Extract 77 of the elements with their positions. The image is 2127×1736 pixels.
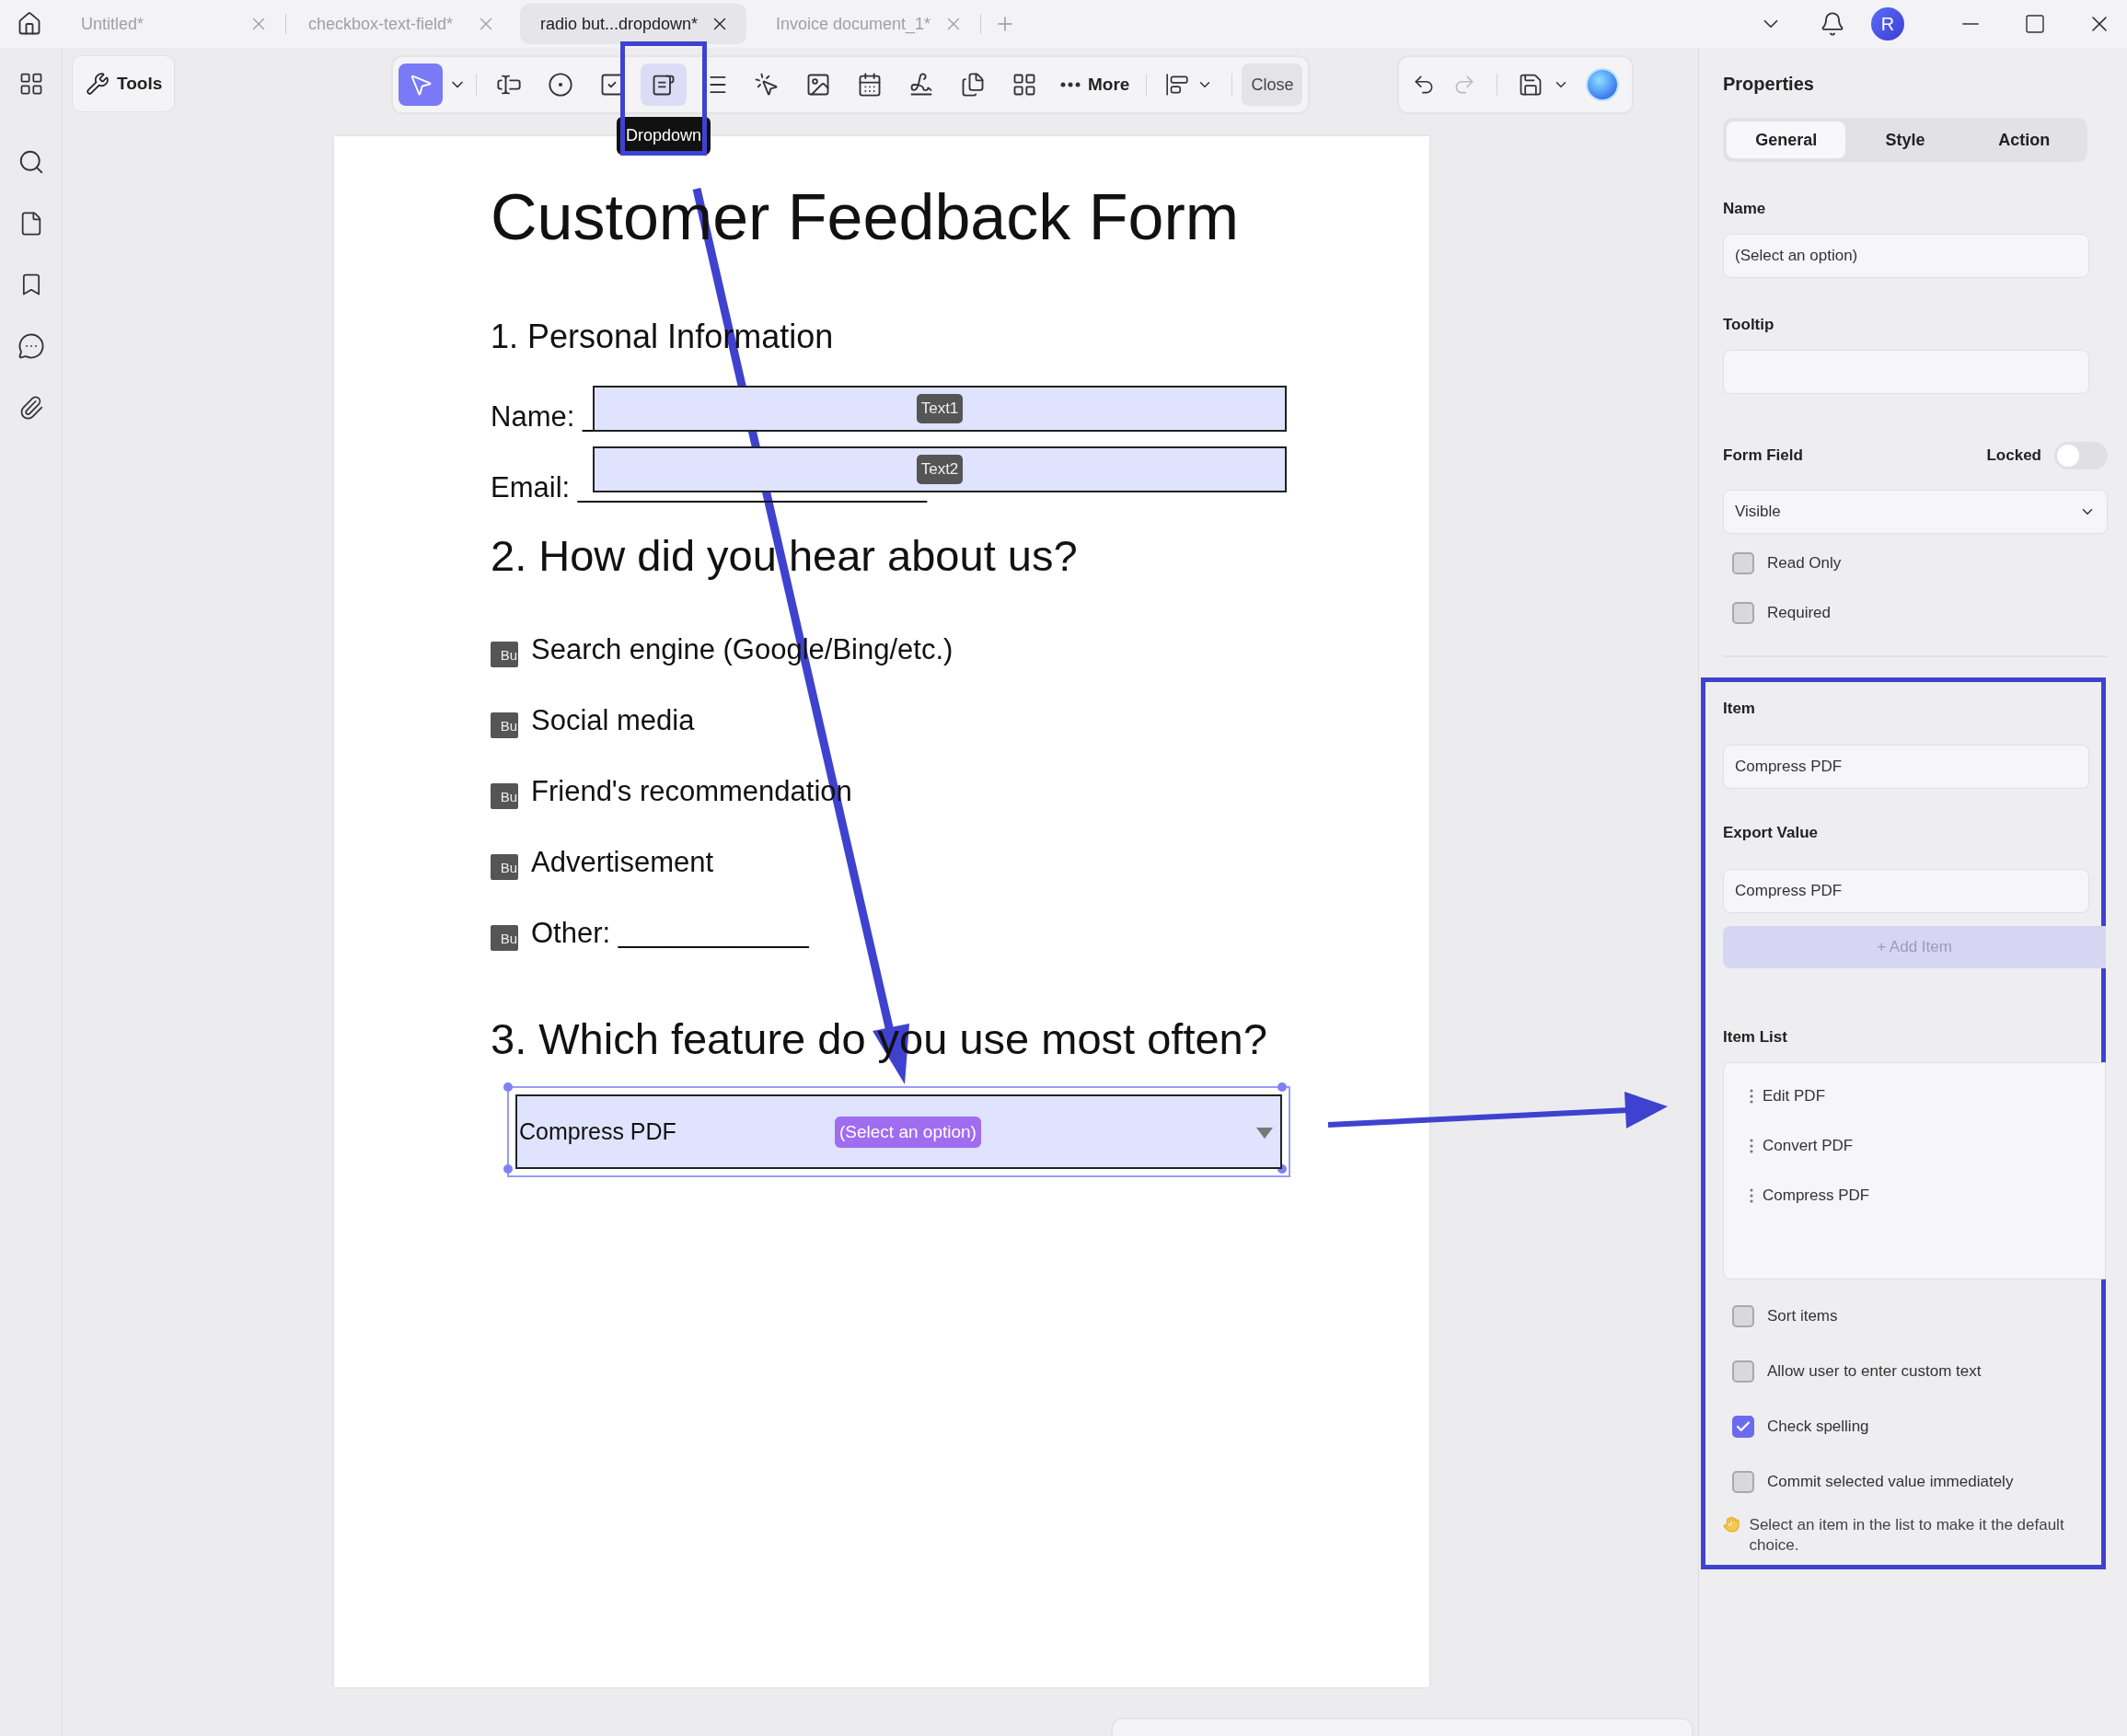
grid-icon: [1011, 72, 1037, 98]
bell-icon[interactable]: [1820, 11, 1845, 37]
checkbox[interactable]: [1732, 602, 1754, 624]
avatar[interactable]: R: [1871, 7, 1904, 41]
radio-widget[interactable]: Bu: [491, 783, 518, 809]
radio-widget[interactable]: Bu: [491, 925, 518, 951]
visibility-select[interactable]: Visible: [1723, 490, 2108, 534]
field-tag: Text1: [916, 394, 964, 423]
toolbox-icon: [86, 72, 110, 96]
image-icon: [805, 72, 831, 98]
hint-text: Select an item in the list to make it the default choice.: [1749, 1515, 2065, 1556]
properties-tab[interactable]: Action: [1964, 122, 2084, 158]
triangle-icon: [1256, 1128, 1273, 1139]
signature-icon: [908, 72, 934, 98]
resize-handle[interactable]: [1277, 1082, 1287, 1092]
field-label: Form Field: [1723, 446, 1803, 465]
document-tab[interactable]: radio but...dropdown*: [520, 4, 746, 44]
hand-icon: [1723, 1515, 1740, 1533]
field-label: Tooltip: [1723, 315, 1775, 335]
cursor-click-icon: [754, 72, 780, 98]
checkbox-label: Required: [1767, 604, 1831, 622]
tools-button[interactable]: Tools: [72, 55, 175, 112]
tool-button[interactable]: [641, 64, 687, 106]
radio-widget[interactable]: Bu: [491, 712, 518, 738]
align-icon[interactable]: [1165, 73, 1190, 97]
radio-icon: [548, 72, 573, 98]
comment-icon[interactable]: [17, 332, 45, 360]
export-value-field[interactable]: Compress PDF: [1723, 869, 2089, 913]
toggle-label: Locked: [1986, 446, 2041, 465]
close-tool-button[interactable]: Close: [1242, 64, 1303, 106]
text-form-field[interactable]: Text1: [593, 386, 1287, 432]
drag-handle-icon[interactable]: [1750, 1089, 1753, 1104]
resize-handle[interactable]: [503, 1082, 513, 1092]
field-label: Item: [1723, 699, 1756, 719]
field-tag: (Select an option): [835, 1117, 981, 1148]
checkbox-label: Allow user to enter custom text: [1767, 1362, 1982, 1381]
radio-widget[interactable]: Bu: [491, 642, 518, 667]
ai-assistant-icon[interactable]: [1586, 68, 1620, 101]
drag-handle-icon[interactable]: [1750, 1139, 1753, 1153]
files-icon: [960, 72, 986, 98]
option-label: Social media: [531, 704, 695, 737]
field-label: Export Value: [1723, 823, 1819, 843]
section-heading: 2. How did you hear about us?: [491, 530, 1078, 582]
resize-handle[interactable]: [503, 1164, 513, 1174]
dropdown-value: Compress PDF: [519, 1118, 676, 1145]
radio-widget[interactable]: Bu: [491, 854, 518, 880]
properties-tab[interactable]: General: [1727, 122, 1846, 158]
checkbox[interactable]: [1732, 1305, 1754, 1327]
list-item[interactable]: Compress PDF: [1763, 1186, 1870, 1205]
dropdown-form-field[interactable]: Compress PDF (Select an option): [515, 1094, 1282, 1169]
locked-toggle[interactable]: [2054, 442, 2108, 469]
checkbox[interactable]: [1732, 552, 1754, 574]
checkbox[interactable]: [1732, 1360, 1754, 1383]
field-tag: Text2: [916, 455, 964, 484]
text-form-field[interactable]: Text2: [593, 446, 1287, 492]
drag-handle-icon[interactable]: [1750, 1188, 1753, 1203]
panel-title: Properties: [1723, 73, 1815, 96]
ellipsis-icon: [1060, 82, 1081, 87]
checkbox[interactable]: [1732, 1416, 1754, 1438]
list-item[interactable]: Convert PDF: [1763, 1137, 1854, 1155]
properties-tab[interactable]: Style: [1845, 122, 1965, 158]
item-field[interactable]: Compress PDF: [1723, 745, 2089, 789]
field-label: Name: [1723, 199, 1767, 219]
name-field[interactable]: (Select an option): [1723, 234, 2089, 278]
field-label: Item List: [1723, 1027, 1788, 1047]
option-label: Advertisement: [531, 846, 714, 879]
home-icon[interactable]: [17, 11, 42, 37]
maximize-icon[interactable]: [2024, 13, 2046, 35]
list-item[interactable]: Edit PDF: [1763, 1087, 1826, 1105]
checkbox-label: Check spelling: [1767, 1418, 1869, 1436]
checkbox-label: Commit selected value immediately: [1767, 1473, 2014, 1491]
checkbox-label: Read Only: [1767, 554, 1842, 573]
more-button[interactable]: More: [1053, 75, 1138, 95]
calendar-icon: [857, 72, 883, 98]
checkbox-label: Sort items: [1767, 1307, 1838, 1325]
option-label: Other: ____________: [531, 917, 809, 950]
checkbox[interactable]: [1732, 1471, 1754, 1493]
